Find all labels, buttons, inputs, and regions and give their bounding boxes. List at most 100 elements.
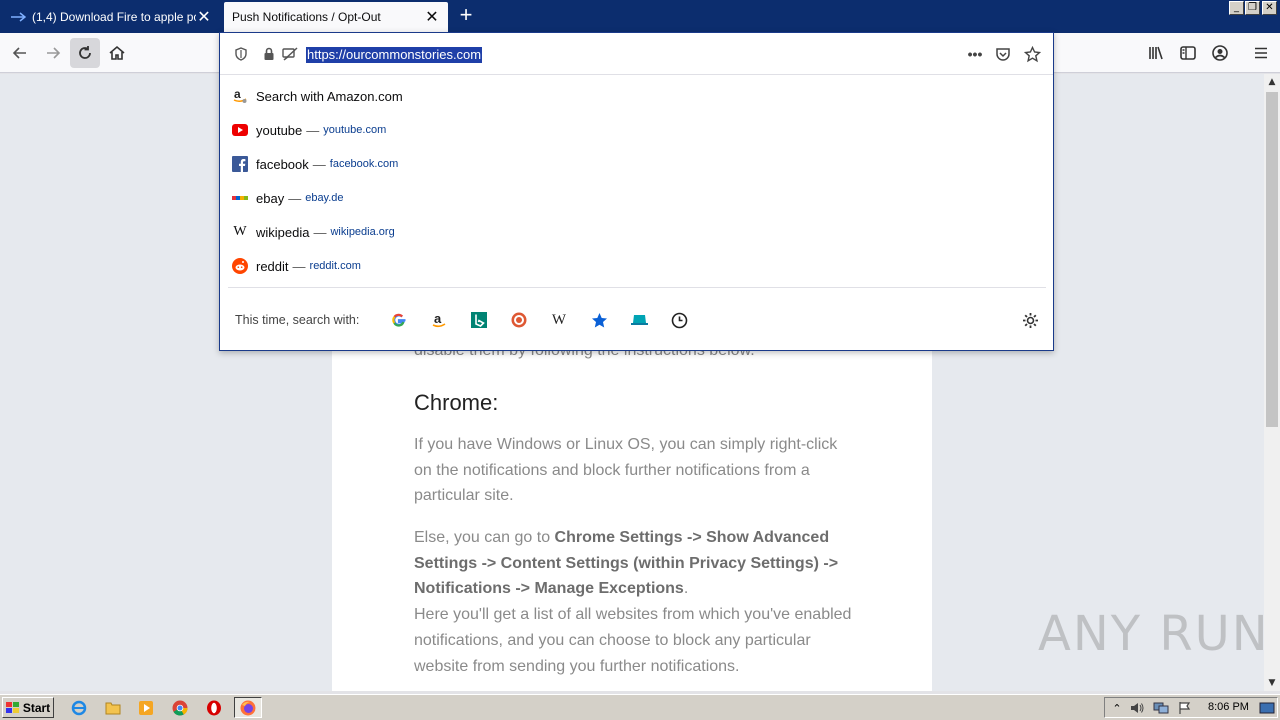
suggestion-title: ebay — [256, 190, 285, 206]
suggestion-url: ebay.de — [305, 192, 344, 204]
chrome-icon[interactable] — [171, 699, 189, 717]
search-settings-gear-icon[interactable] — [1019, 309, 1041, 331]
close-window-button[interactable]: ✕ — [1262, 1, 1277, 15]
suggestion-search-amazon[interactable]: a Search with Amazon.com — [232, 79, 1042, 113]
tab-strip: (1,4) Download Fire to apple pc ol ✕ Pus… — [0, 0, 1280, 33]
close-tab-icon[interactable]: ✕ — [196, 9, 212, 26]
scroll-down-icon[interactable]: ▼ — [1264, 675, 1280, 691]
minimize-button[interactable]: _ — [1229, 1, 1244, 15]
suggestion-wikipedia[interactable]: W wikipedia — wikipedia.org — [232, 215, 1042, 249]
home-icon — [109, 45, 125, 60]
bookmark-star-icon[interactable] — [1023, 45, 1041, 63]
suggestion-facebook[interactable]: facebook — facebook.com — [232, 147, 1042, 181]
wikipedia-icon: W — [233, 224, 247, 239]
back-arrow-icon — [12, 47, 26, 59]
new-tab-button[interactable]: + — [454, 4, 478, 28]
paragraph-chrome-settings: Else, you can go to Chrome Settings -> S… — [414, 525, 859, 679]
separator-dash: — — [292, 258, 306, 274]
suggestion-ebay[interactable]: ebay — ebay.de — [232, 181, 1042, 215]
suggestion-title: youtube — [256, 122, 303, 138]
anyrun-watermark: ANY RUN — [1038, 606, 1270, 662]
google-icon[interactable] — [388, 309, 410, 331]
clock: 8:06 PM — [1208, 701, 1249, 713]
network-icon[interactable] — [1152, 699, 1170, 717]
account-icon — [1212, 45, 1228, 61]
bookmarks-icon[interactable] — [588, 309, 610, 331]
search-with-label: This time, search with: — [235, 313, 360, 327]
scrollbar-thumb[interactable] — [1266, 92, 1278, 427]
show-desktop-icon[interactable] — [1258, 699, 1276, 717]
tab-title: Push Notifications / Opt-Out — [232, 10, 381, 24]
sidebar-icon — [1180, 46, 1196, 60]
close-tab-icon[interactable]: ✕ — [424, 9, 440, 26]
suggestion-title: facebook — [256, 156, 309, 172]
windows-logo-icon — [5, 701, 19, 713]
suggestion-url: reddit.com — [309, 260, 361, 272]
amazon-icon[interactable]: a — [428, 309, 450, 331]
paragraph-suffix: . — [683, 580, 689, 598]
notification-permission-icon[interactable] — [281, 45, 299, 63]
suggestion-title: wikipedia — [256, 224, 310, 240]
scroll-up-icon[interactable]: ▲ — [1264, 74, 1280, 90]
tab-favicon-icon — [11, 12, 26, 22]
opera-icon[interactable] — [205, 699, 223, 717]
separator-dash: — — [288, 190, 302, 206]
sidebar-button[interactable] — [1173, 38, 1203, 68]
tab-push-notifications[interactable]: Push Notifications / Opt-Out ✕ — [224, 2, 448, 32]
media-player-icon[interactable] — [137, 699, 155, 717]
page-actions-icon[interactable]: ••• — [966, 45, 984, 63]
show-hidden-icons-icon[interactable]: ⌃ — [1108, 699, 1126, 717]
suggestion-url: facebook.com — [329, 158, 399, 170]
start-label: Start — [22, 700, 51, 715]
reddit-icon — [232, 258, 248, 274]
internet-explorer-icon[interactable] — [70, 699, 88, 717]
tab-download[interactable]: (1,4) Download Fire to apple pc ol ✕ — [2, 2, 220, 32]
forward-arrow-icon — [47, 47, 61, 59]
paragraph-windows-linux: If you have Windows or Linux OS, you can… — [414, 436, 838, 505]
library-icon — [1149, 46, 1163, 60]
url-input[interactable]: https://ourcommonstories.com — [306, 47, 483, 63]
bing-icon[interactable] — [468, 309, 490, 331]
url-input-row[interactable]: https://ourcommonstories.com ••• — [220, 33, 1053, 75]
file-explorer-icon[interactable] — [104, 699, 122, 717]
duckduckgo-icon[interactable] — [508, 309, 530, 331]
paragraph-prefix: Else, you can go to — [414, 529, 555, 546]
hamburger-menu-icon — [1255, 47, 1267, 59]
tabs-icon[interactable] — [628, 309, 650, 331]
vertical-scrollbar[interactable]: ▲ ▼ — [1264, 74, 1280, 691]
start-button[interactable]: Start — [2, 697, 54, 718]
lock-icon[interactable] — [260, 45, 278, 63]
tracking-protection-icon[interactable] — [232, 45, 250, 63]
suggestion-title: Search with Amazon.com — [256, 88, 403, 104]
taskbar: Start ⌃ 8:06 PM — [0, 694, 1280, 720]
ebay-icon — [232, 190, 248, 206]
forward-button[interactable] — [38, 38, 68, 68]
separator-dash: — — [312, 156, 326, 172]
separator-dash: — — [313, 224, 327, 240]
chrome-heading: Chrome: — [414, 390, 499, 415]
facebook-icon — [232, 156, 248, 172]
tab-title: (1,4) Download Fire to apple pc ol — [32, 10, 196, 24]
library-button[interactable] — [1141, 38, 1171, 68]
url-dropdown-panel: https://ourcommonstories.com ••• a Searc… — [219, 32, 1054, 351]
volume-icon[interactable] — [1128, 699, 1146, 717]
suggestion-youtube[interactable]: youtube — youtube.com — [232, 113, 1042, 147]
svg-text:a: a — [434, 312, 442, 326]
separator-dash: — — [306, 122, 320, 138]
pocket-icon[interactable] — [994, 45, 1012, 63]
firefox-icon[interactable] — [239, 699, 257, 717]
home-button[interactable] — [102, 38, 132, 68]
reload-button[interactable] — [70, 38, 100, 68]
restore-button[interactable]: ❐ — [1245, 1, 1260, 15]
suggestion-url: wikipedia.org — [330, 226, 395, 238]
wikipedia-icon[interactable]: W — [548, 309, 570, 331]
divider — [228, 287, 1046, 288]
suggestion-reddit[interactable]: reddit — reddit.com — [232, 249, 1042, 283]
action-center-flag-icon[interactable] — [1176, 699, 1194, 717]
account-button[interactable] — [1205, 38, 1235, 68]
svg-text:a: a — [234, 88, 241, 101]
history-icon[interactable] — [668, 309, 690, 331]
menu-button[interactable] — [1246, 38, 1276, 68]
suggestion-url: youtube.com — [323, 124, 387, 136]
back-button[interactable] — [5, 38, 35, 68]
